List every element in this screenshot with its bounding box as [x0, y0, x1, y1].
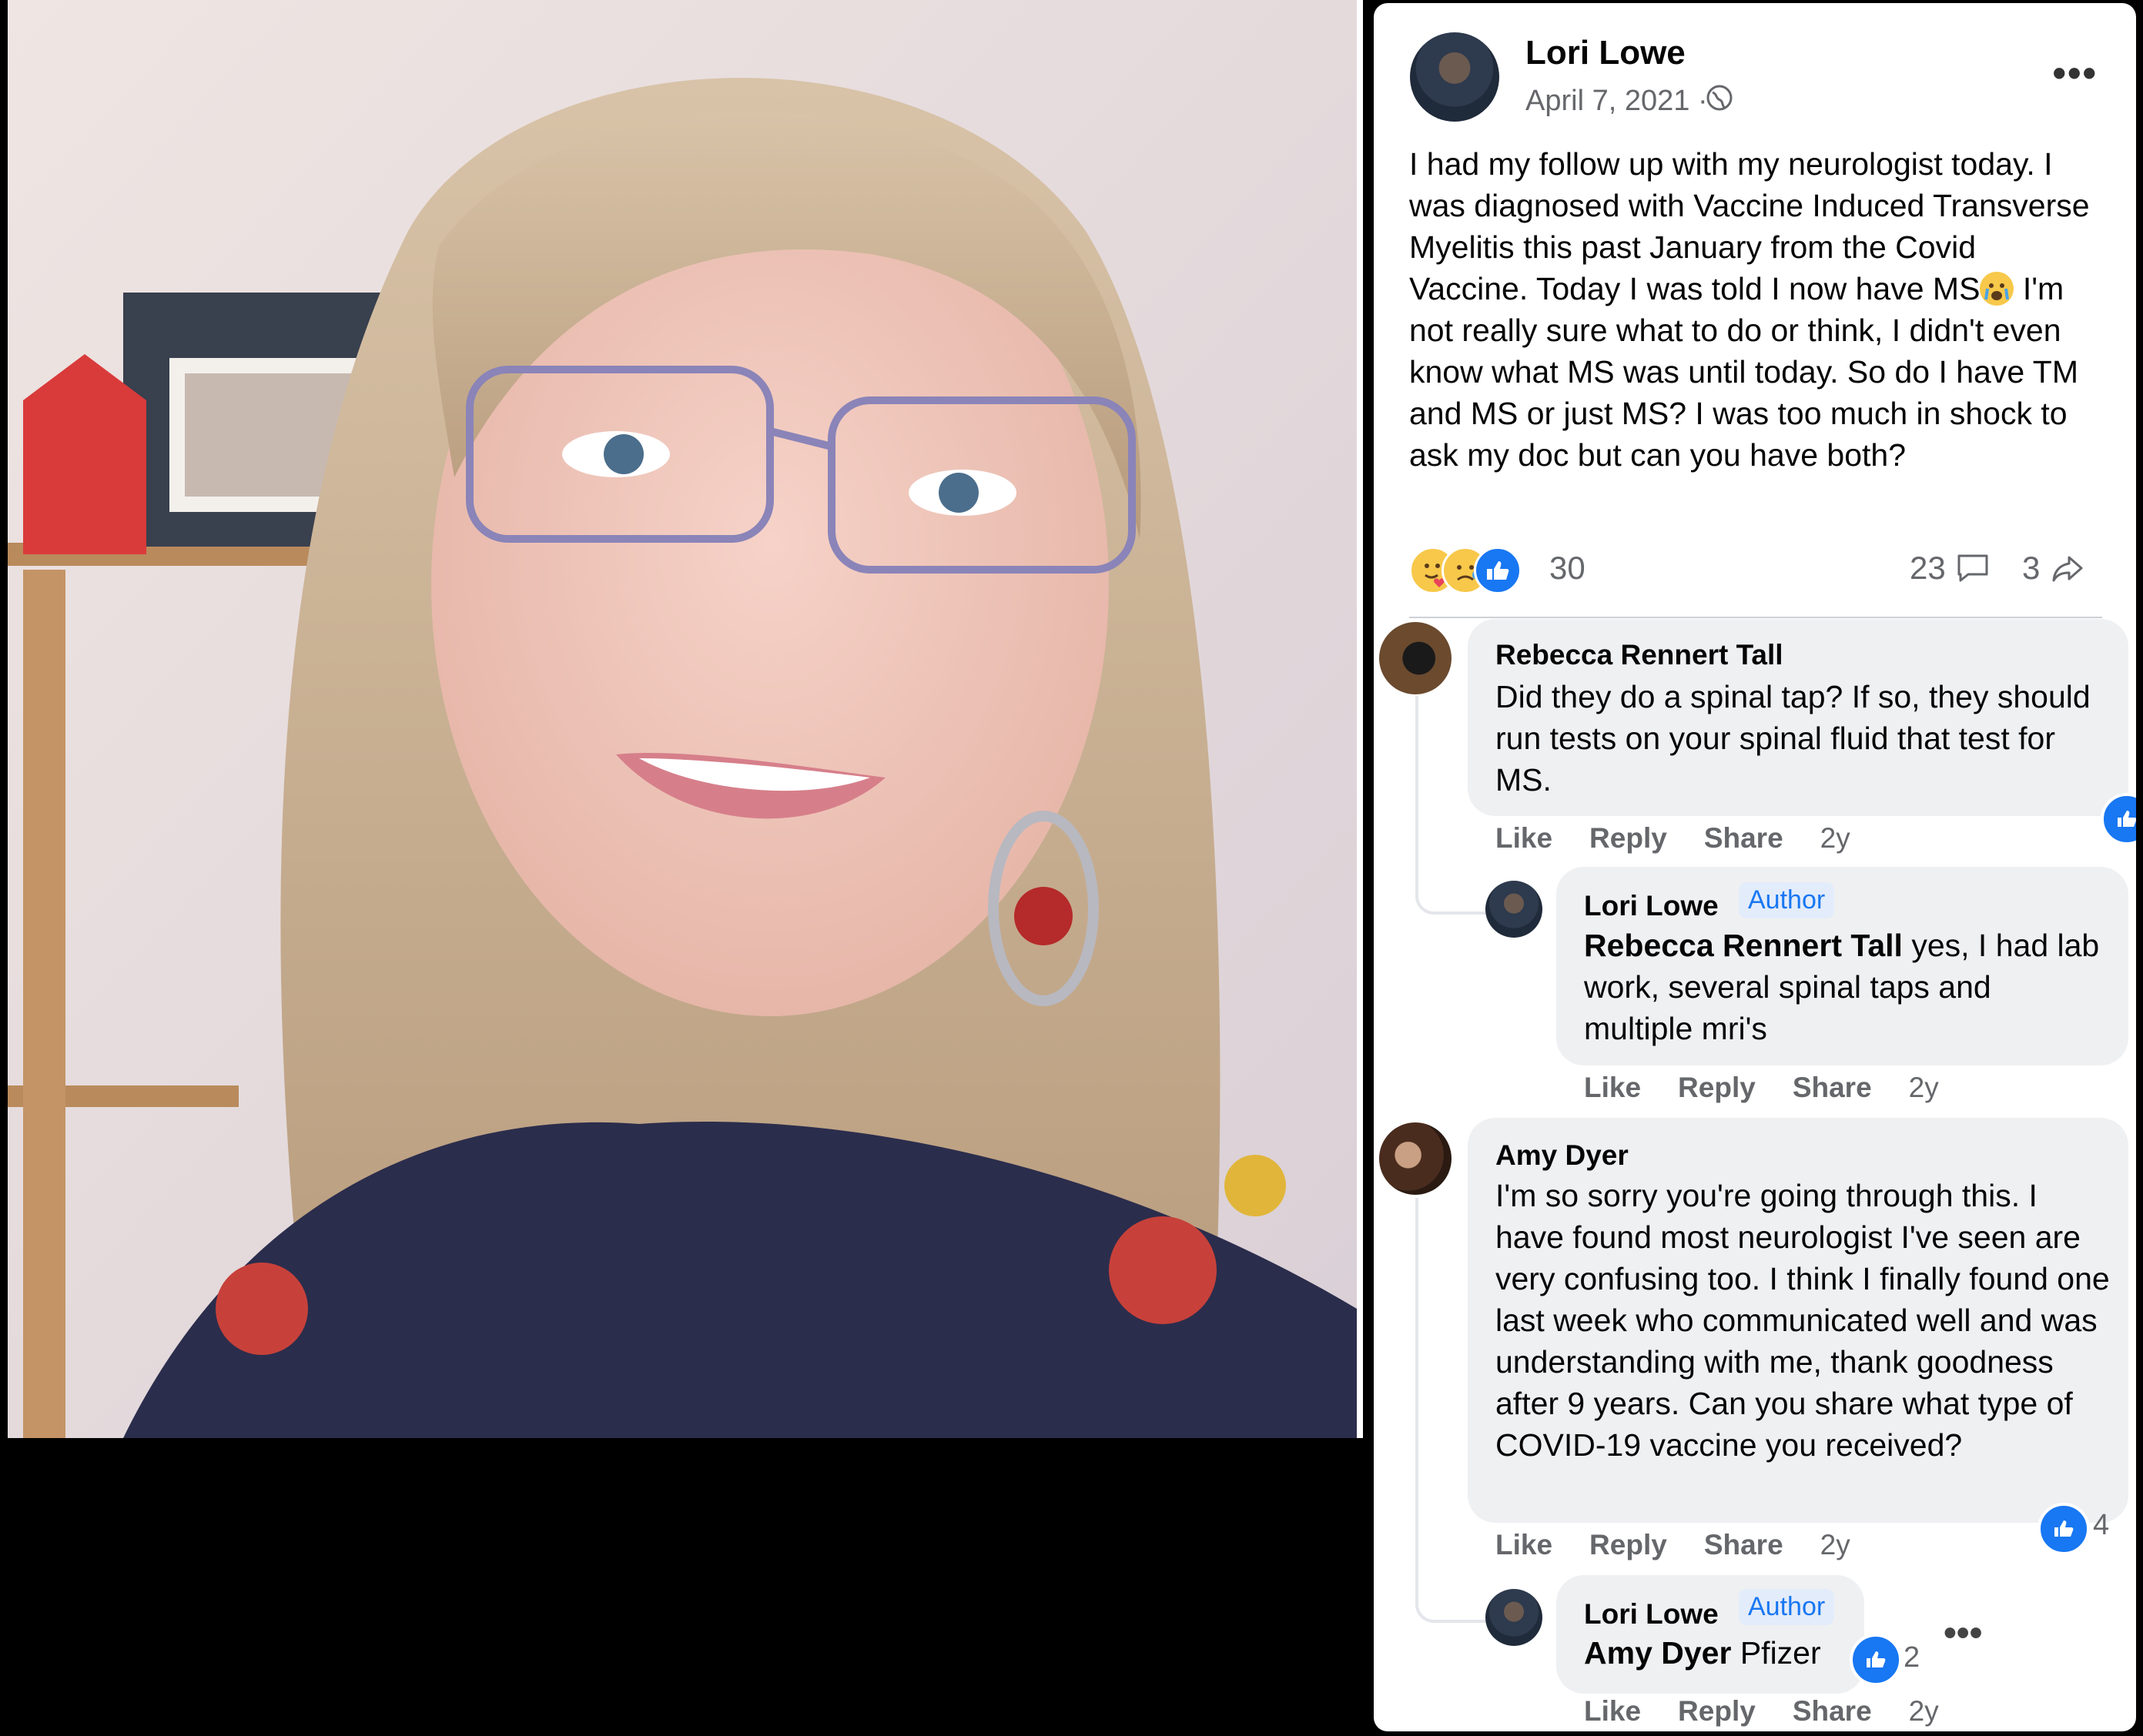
mention-amy[interactable]: Amy Dyer [1584, 1635, 1731, 1671]
comment-author-amy[interactable]: Amy Dyer [1495, 1139, 1629, 1172]
comment-like-badge-amy[interactable] [2038, 1503, 2090, 1555]
reply-author-lori-1[interactable]: Lori Lowe [1584, 890, 1719, 922]
reply-link[interactable]: Reply [1678, 1072, 1756, 1104]
reply-author-lori-2[interactable]: Lori Lowe [1584, 1598, 1719, 1631]
comment-like-count-amy: 4 [2093, 1509, 2110, 1541]
post-date[interactable]: April 7, 2021 · [1525, 85, 1708, 118]
like-link[interactable]: Like [1495, 1529, 1552, 1561]
like-link[interactable]: Like [1495, 822, 1552, 855]
author-badge: Author [1739, 882, 1835, 918]
mention-rebecca[interactable]: Rebecca Rennert Tall [1584, 928, 1903, 963]
share-link[interactable]: Share [1793, 1695, 1872, 1728]
post-more-options-button[interactable]: ••• [2052, 51, 2098, 95]
reaction-icons[interactable] [1409, 542, 1522, 594]
reply-actions-lori-1: Like Reply Share 2y [1584, 1072, 1976, 1104]
reply-like-count-lori-2: 2 [1904, 1641, 1920, 1674]
shares-count-number: 3 [2022, 550, 2041, 586]
comment-text-rebecca: Did they do a spinal tap? If so, they sh… [1495, 679, 2091, 798]
like-reaction-icon [1474, 547, 1522, 594]
share-link[interactable]: Share [1704, 822, 1783, 855]
crying-emoji-icon [1980, 272, 2014, 306]
comment-author-rebecca[interactable]: Rebecca Rennert Tall [1495, 639, 1783, 671]
reactions-divider [1409, 617, 2102, 618]
reply-thread-line [1415, 696, 1488, 915]
photo-border [1357, 0, 1363, 1438]
selfie-illustration [8, 0, 1357, 1438]
post-text: I had my follow up with my neurologist t… [1409, 143, 2102, 476]
reply-text-lori-2: Amy Dyer Pfizer [1584, 1632, 1821, 1674]
reply-more-options-button[interactable]: ••• [1944, 1612, 1982, 1654]
author-badge: Author [1739, 1589, 1835, 1625]
shares-count[interactable]: 3 [2022, 550, 2086, 587]
comment-age[interactable]: 2y [1909, 1072, 1939, 1104]
like-link[interactable]: Like [1584, 1695, 1641, 1728]
share-link[interactable]: Share [1704, 1529, 1783, 1561]
share-link[interactable]: Share [1793, 1072, 1872, 1104]
facebook-post-panel: Lori Lowe April 7, 2021 · ••• I had my f… [1363, 0, 2143, 1736]
post-date-text: April 7, 2021 [1525, 85, 1690, 117]
thumbs-up-icon [2054, 1520, 2074, 1537]
commenter-avatar-amy[interactable] [1379, 1122, 1452, 1195]
reply-link[interactable]: Reply [1589, 1529, 1667, 1561]
share-arrow-icon [2052, 556, 2083, 582]
post-author-name[interactable]: Lori Lowe [1525, 34, 1686, 72]
profile-photo [8, 0, 1357, 1438]
comment-age[interactable]: 2y [1820, 1529, 1850, 1561]
reply-like-badge-lori-2[interactable] [1850, 1634, 1902, 1686]
comment-bubble-icon [1957, 554, 1988, 582]
comments-count-number: 23 [1910, 550, 1946, 586]
like-link[interactable]: Like [1584, 1072, 1641, 1104]
reply-avatar-lori[interactable] [1485, 881, 1542, 938]
comment-text-amy: I'm so sorry you're going through this. … [1495, 1178, 2110, 1463]
thumbs-up-icon [2118, 811, 2136, 827]
black-letterbox [0, 1438, 1363, 1736]
reactions-bar: 30 23 3 [1409, 542, 2102, 596]
comment-age[interactable]: 2y [1820, 822, 1850, 855]
reply-link[interactable]: Reply [1589, 822, 1667, 855]
reply-thread-line [1415, 1198, 1488, 1623]
reply-link[interactable]: Reply [1678, 1695, 1756, 1728]
comments-count[interactable]: 23 [1910, 550, 1991, 587]
commenter-avatar-rebecca[interactable] [1379, 622, 1452, 694]
post-author-avatar[interactable] [1410, 32, 1499, 122]
thumbs-up-icon [1867, 1651, 1886, 1667]
reply-text-lori-1: Rebecca Rennert Tall yes, I had lab work… [1584, 925, 2108, 1049]
reply-avatar-lori[interactable] [1485, 1589, 1542, 1646]
reply-text-lori-2-body: Pfizer [1731, 1635, 1821, 1671]
comment-actions-rebecca: Like Reply Share 2y [1495, 822, 1887, 855]
reply-actions-lori-2: Like Reply Share 2y [1584, 1695, 1976, 1728]
comment-age[interactable]: 2y [1909, 1695, 1939, 1728]
globe-icon [1706, 85, 1733, 111]
reactions-count[interactable]: 30 [1549, 550, 1585, 587]
post-card: Lori Lowe April 7, 2021 · ••• I had my f… [1374, 3, 2136, 1731]
comment-actions-amy: Like Reply Share 2y [1495, 1529, 1887, 1561]
